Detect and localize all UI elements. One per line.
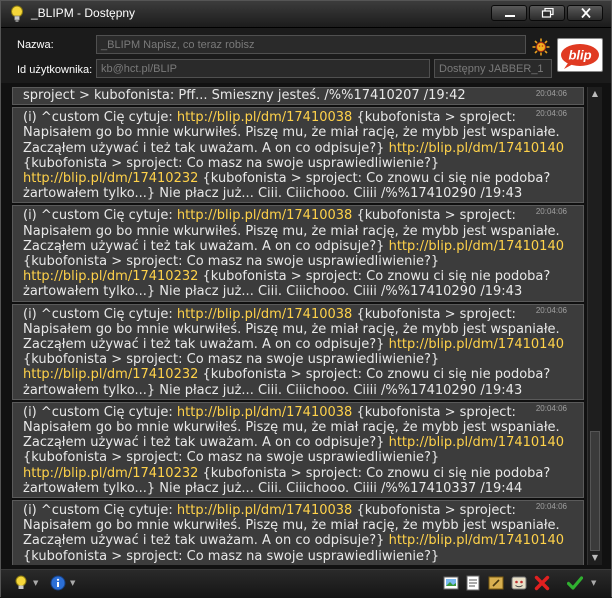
message-link[interactable]: http://blip.pl/dm/17410038 (177, 405, 352, 420)
restore-icon (541, 8, 554, 18)
window-title: _BLIPM - Dostępny (31, 6, 136, 20)
message-timestamp: 20:04:06 (535, 207, 567, 217)
emoticon-icon[interactable] (511, 575, 527, 591)
contact-header: Nazwa: _BLIPM Napisz, co teraz robisz Id… (1, 28, 611, 83)
name-label: Nazwa: (17, 39, 54, 51)
message-text: (i) ^custom Cię cytuje: (23, 306, 177, 322)
chevron-down-icon[interactable]: ▼ (33, 579, 38, 587)
sun-icon[interactable] (532, 38, 550, 56)
app-window: _BLIPM - Dostępny Nazwa: _BLIPM Napisz, … (0, 0, 612, 598)
message-text: {kubofonista > sproject: Co masz na swoj… (23, 548, 440, 564)
message-link[interactable]: http://blip.pl/dm/17410232 (23, 564, 198, 565)
scroll-up-icon[interactable]: ▲ (589, 88, 601, 100)
user-id-field[interactable]: kb@hct.pl/BLIP (96, 59, 430, 78)
blip-logo-text: blip (568, 48, 591, 63)
message-link[interactable]: http://blip.pl/dm/17410038 (177, 307, 352, 322)
message-text: (i) ^custom Cię cytuje: (23, 208, 177, 224)
chevron-down-icon[interactable]: ▼ (591, 579, 596, 587)
message-text: {kubofonista > sproject: Co masz na swoj… (23, 155, 440, 171)
minimize-icon (505, 15, 515, 17)
message-item[interactable]: 20:04:06 (i) ^custom Cię cytuje: http://b… (12, 107, 584, 204)
attach-icon[interactable] (488, 575, 504, 591)
lightbulb-icon (10, 5, 24, 23)
message-scrollbar[interactable]: ▲ ▼ (587, 87, 602, 565)
name-field[interactable]: _BLIPM Napisz, co teraz robisz (96, 35, 526, 54)
message-timestamp: 20:04:06 (535, 305, 567, 315)
message-text: {kubofonista > sproject: Co masz na swoj… (23, 450, 440, 466)
scrollbar-thumb[interactable] (590, 431, 600, 551)
message-timestamp: 20:04:06 (535, 502, 567, 512)
message-item[interactable]: 20:04:06 sproject > kubofonista: Pff... S… (12, 87, 584, 106)
maximize-button[interactable] (529, 5, 565, 21)
message-item[interactable]: 20:04:06 (i) ^custom Cię cytuje: http://b… (12, 303, 584, 400)
scroll-down-icon[interactable]: ▼ (589, 552, 601, 564)
info-icon[interactable] (50, 575, 66, 591)
delete-icon[interactable] (534, 575, 550, 591)
message-item[interactable]: 20:04:06 (i) ^custom Cię cytuje: http://b… (12, 401, 584, 499)
message-link[interactable]: http://blip.pl/dm/17410038 (177, 208, 352, 223)
blip-logo: blip (557, 38, 603, 72)
picture-icon[interactable] (443, 575, 459, 591)
status-field[interactable]: Dostępny JABBER_1 (434, 59, 552, 78)
message-link[interactable]: http://blip.pl/dm/17410038 (177, 503, 352, 518)
message-link[interactable]: http://blip.pl/dm/17410232 (23, 367, 198, 382)
message-link[interactable]: http://blip.pl/dm/17410140 (389, 337, 564, 352)
title-bar[interactable]: _BLIPM - Dostępny (1, 1, 611, 28)
message-text: {kubofonista > sproject: Co masz na swoj… (23, 352, 440, 368)
message-list[interactable]: 20:04:06 sproject > kubofonista: Pff... S… (12, 87, 584, 565)
message-text: {kubofonista > sproject: Co masz na swoj… (23, 254, 440, 270)
message-text: (i) ^custom Cię cytuje: (23, 503, 177, 519)
bottom-toolbar: ▼ ▼ ▼ (1, 569, 611, 598)
message-timestamp: 20:04:06 (535, 403, 567, 413)
message-link[interactable]: http://blip.pl/dm/17410140 (389, 239, 564, 254)
message-link[interactable]: http://blip.pl/dm/17410140 (389, 533, 564, 548)
message-link[interactable]: http://blip.pl/dm/17410232 (23, 171, 198, 186)
chevron-down-icon[interactable]: ▼ (70, 579, 75, 587)
lightbulb-icon[interactable] (13, 575, 29, 591)
message-link[interactable]: http://blip.pl/dm/17410140 (389, 141, 564, 156)
user-id-label: Id użytkownika: (17, 64, 93, 76)
message-text: (i) ^custom Cię cytuje: (23, 110, 177, 126)
message-link[interactable]: http://blip.pl/dm/17410038 (177, 110, 352, 125)
close-icon (581, 8, 591, 18)
message-link[interactable]: http://blip.pl/dm/17410232 (23, 466, 198, 481)
message-timestamp: 20:04:06 (535, 109, 567, 119)
send-check-icon[interactable] (566, 575, 584, 591)
message-item[interactable]: 20:04:06 (i) ^custom Cię cytuje: http://b… (12, 500, 584, 565)
message-text: (i) ^custom Cię cytuje: (23, 404, 177, 420)
message-item[interactable]: 20:04:06 (i) ^custom Cię cytuje: http://b… (12, 205, 584, 302)
minimize-button[interactable] (491, 5, 527, 21)
close-button[interactable] (567, 5, 603, 21)
message-link[interactable]: http://blip.pl/dm/17410140 (389, 435, 564, 450)
message-timestamp: 20:04:06 (535, 89, 567, 98)
notes-icon[interactable] (465, 575, 481, 591)
message-text: sproject > kubofonista: Pff... Smieszny … (23, 88, 466, 103)
message-link[interactable]: http://blip.pl/dm/17410232 (23, 269, 198, 284)
